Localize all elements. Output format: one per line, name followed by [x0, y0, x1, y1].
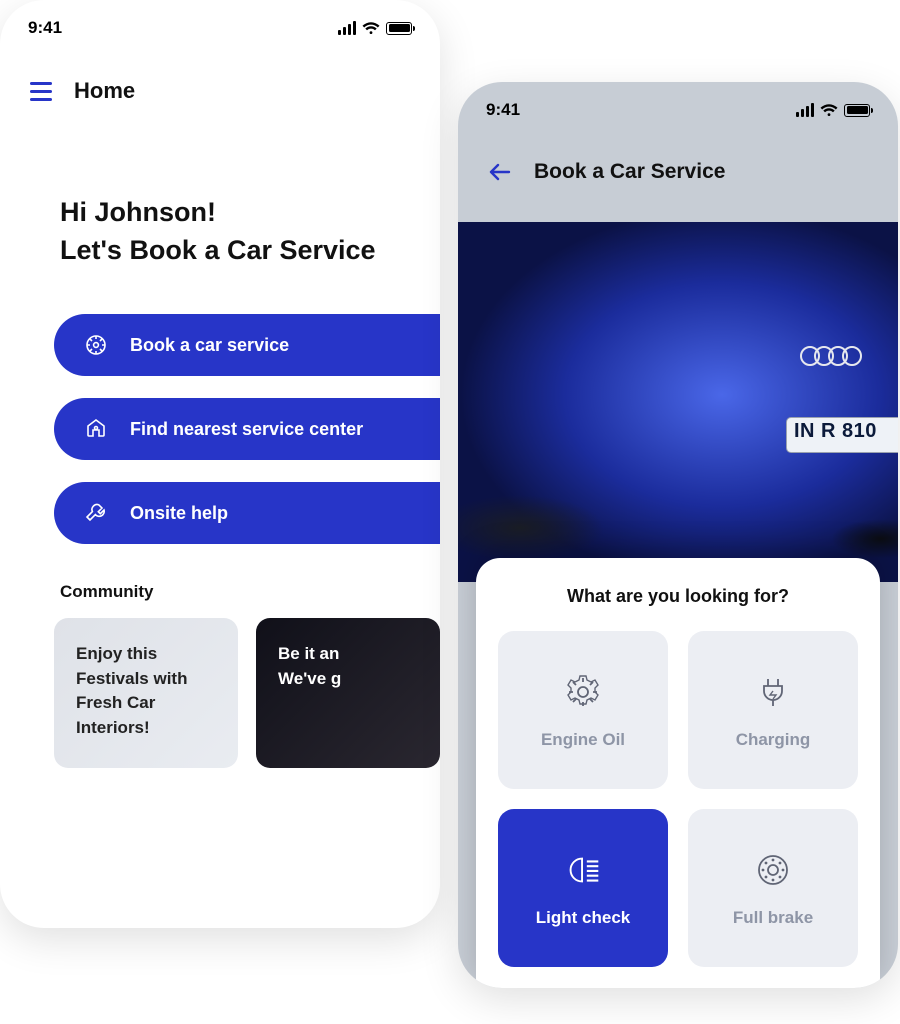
option-label: Charging — [736, 730, 811, 750]
wifi-icon — [362, 21, 380, 35]
book-service-button[interactable]: Book a car service — [54, 314, 440, 376]
car-icon — [84, 333, 108, 357]
status-time: 9:41 — [486, 100, 520, 120]
headlight-icon — [561, 848, 605, 892]
option-full-brake[interactable]: Full brake — [688, 809, 858, 967]
find-center-button[interactable]: Find nearest service center — [54, 398, 440, 460]
back-icon[interactable] — [488, 162, 512, 182]
status-time: 9:41 — [28, 18, 62, 38]
status-bar: 9:41 — [0, 0, 440, 56]
sheet-title: What are you looking for? — [498, 586, 858, 607]
cellular-icon — [338, 21, 356, 35]
status-indicators — [338, 21, 412, 35]
greeting-line1: Hi Johnson! — [60, 194, 380, 232]
card-text-line1: Enjoy this Festivals with — [76, 642, 216, 691]
cellular-icon — [796, 103, 814, 117]
book-service-label: Book a car service — [130, 335, 289, 356]
service-options-grid: Engine Oil Charging Light check Full bra… — [498, 631, 858, 967]
top-nav: Home — [0, 78, 440, 104]
location-icon — [84, 417, 108, 441]
option-charging[interactable]: Charging — [688, 631, 858, 789]
detail-title: Book a Car Service — [534, 160, 725, 184]
community-card-secondary[interactable]: Be it an We've g — [256, 618, 440, 768]
wifi-icon — [820, 103, 838, 117]
detail-header: Book a Car Service — [458, 160, 898, 184]
wrench-icon — [84, 501, 108, 525]
gear-icon — [561, 670, 605, 714]
status-indicators — [796, 103, 870, 117]
plug-icon — [751, 670, 795, 714]
brand-logo-icon — [806, 346, 862, 366]
greeting: Hi Johnson! Let's Book a Car Service — [0, 194, 440, 270]
option-light-check[interactable]: Light check — [498, 809, 668, 967]
onsite-help-button[interactable]: Onsite help — [54, 482, 440, 544]
phone-home: 9:41 Home Hi Johnson! Let's Book a Car S… — [0, 0, 440, 928]
onsite-help-label: Onsite help — [130, 503, 228, 524]
option-label: Engine Oil — [541, 730, 625, 750]
community-heading: Community — [60, 582, 154, 602]
option-engine-oil[interactable]: Engine Oil — [498, 631, 668, 789]
community-cards: Enjoy this Festivals with Fresh Car Inte… — [54, 618, 440, 768]
community-card-festivals[interactable]: Enjoy this Festivals with Fresh Car Inte… — [54, 618, 238, 768]
find-center-label: Find nearest service center — [130, 419, 363, 440]
option-label: Full brake — [733, 908, 813, 928]
card-text-line2: We've g — [278, 667, 418, 692]
car-hero-image: IN R 810 — [458, 222, 898, 582]
status-bar: 9:41 — [458, 82, 898, 138]
service-sheet: What are you looking for? Engine Oil Cha… — [476, 558, 880, 988]
greeting-line2: Let's Book a Car Service — [60, 232, 380, 270]
brake-disc-icon — [751, 848, 795, 892]
battery-icon — [386, 22, 412, 35]
card-text-line2: Fresh Car Interiors! — [76, 691, 216, 740]
phone-book-service: 9:41 Book a Car Service IN R 810 What ar… — [458, 82, 898, 988]
primary-actions: Book a car service Find nearest service … — [54, 314, 440, 544]
license-plate: IN R 810 — [794, 420, 898, 443]
card-text-line1: Be it an — [278, 642, 418, 667]
menu-icon[interactable] — [30, 82, 52, 101]
option-label: Light check — [536, 908, 630, 928]
battery-icon — [844, 104, 870, 117]
page-title: Home — [74, 78, 135, 104]
